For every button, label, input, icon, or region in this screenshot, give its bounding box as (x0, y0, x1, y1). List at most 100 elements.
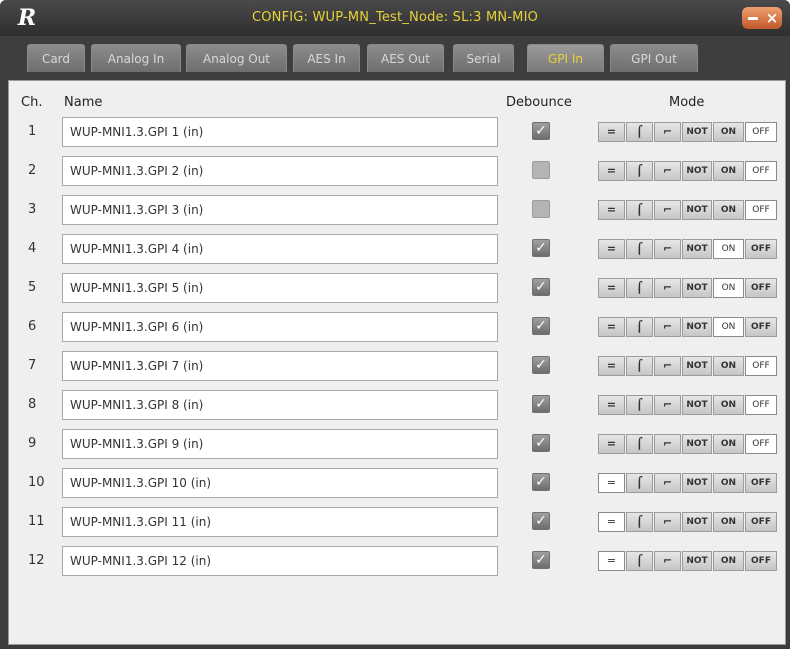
rising-edge-icon[interactable]: ⌠ (626, 356, 653, 376)
not-button[interactable]: NOT (682, 317, 712, 337)
debounce-checkbox[interactable]: ✓ (532, 512, 550, 530)
debounce-checkbox[interactable]: ✓ (532, 434, 550, 452)
debounce-checkbox[interactable] (532, 200, 550, 218)
level-icon[interactable]: = (598, 317, 625, 337)
level-icon[interactable]: = (598, 239, 625, 259)
rising-edge-icon[interactable]: ⌠ (626, 395, 653, 415)
on-button[interactable]: ON (713, 395, 744, 415)
off-button[interactable]: OFF (745, 278, 777, 298)
tab-serial[interactable]: Serial (453, 44, 514, 72)
rising-edge-icon[interactable]: ⌠ (626, 317, 653, 337)
debounce-checkbox[interactable]: ✓ (532, 356, 550, 374)
gpi-name-input[interactable] (62, 195, 498, 225)
gpi-name-input[interactable] (62, 234, 498, 264)
level-icon[interactable]: = (598, 278, 625, 298)
falling-edge-icon[interactable]: ⌐ (654, 356, 681, 376)
tab-aes-in[interactable]: AES In (293, 44, 360, 72)
gpi-name-input[interactable] (62, 390, 498, 420)
rising-edge-icon[interactable]: ⌠ (626, 512, 653, 532)
on-button[interactable]: ON (713, 434, 744, 454)
falling-edge-icon[interactable]: ⌐ (654, 512, 681, 532)
gpi-name-input[interactable] (62, 507, 498, 537)
gpi-name-input[interactable] (62, 117, 498, 147)
off-button[interactable]: OFF (745, 239, 777, 259)
on-button[interactable]: ON (713, 317, 744, 337)
debounce-checkbox[interactable]: ✓ (532, 239, 550, 257)
falling-edge-icon[interactable]: ⌐ (654, 200, 681, 220)
tab-gpi-in[interactable]: GPI In (527, 44, 604, 72)
on-button[interactable]: ON (713, 473, 744, 493)
off-button[interactable]: OFF (745, 434, 777, 454)
falling-edge-icon[interactable]: ⌐ (654, 551, 681, 571)
off-button[interactable]: OFF (745, 512, 777, 532)
on-button[interactable]: ON (713, 551, 744, 571)
level-icon[interactable]: = (598, 434, 625, 454)
falling-edge-icon[interactable]: ⌐ (654, 278, 681, 298)
on-button[interactable]: ON (713, 200, 744, 220)
rising-edge-icon[interactable]: ⌠ (626, 200, 653, 220)
gpi-name-input[interactable] (62, 156, 498, 186)
debounce-checkbox[interactable]: ✓ (532, 317, 550, 335)
rising-edge-icon[interactable]: ⌠ (626, 239, 653, 259)
falling-edge-icon[interactable]: ⌐ (654, 161, 681, 181)
not-button[interactable]: NOT (682, 434, 712, 454)
off-button[interactable]: OFF (745, 317, 777, 337)
on-button[interactable]: ON (713, 122, 744, 142)
not-button[interactable]: NOT (682, 200, 712, 220)
rising-edge-icon[interactable]: ⌠ (626, 278, 653, 298)
falling-edge-icon[interactable]: ⌐ (654, 434, 681, 454)
not-button[interactable]: NOT (682, 551, 712, 571)
not-button[interactable]: NOT (682, 239, 712, 259)
falling-edge-icon[interactable]: ⌐ (654, 317, 681, 337)
debounce-checkbox[interactable]: ✓ (532, 473, 550, 491)
off-button[interactable]: OFF (745, 161, 777, 181)
minimize-icon[interactable] (748, 17, 758, 20)
level-icon[interactable]: = (598, 200, 625, 220)
debounce-checkbox[interactable]: ✓ (532, 551, 550, 569)
debounce-checkbox[interactable]: ✓ (532, 395, 550, 413)
falling-edge-icon[interactable]: ⌐ (654, 122, 681, 142)
close-icon[interactable]: × (764, 8, 780, 28)
level-icon[interactable]: = (598, 356, 625, 376)
not-button[interactable]: NOT (682, 161, 712, 181)
tab-aes-out[interactable]: AES Out (367, 44, 444, 72)
level-icon[interactable]: = (598, 473, 625, 493)
rising-edge-icon[interactable]: ⌠ (626, 551, 653, 571)
rising-edge-icon[interactable]: ⌠ (626, 473, 653, 493)
off-button[interactable]: OFF (745, 200, 777, 220)
tab-gpi-out[interactable]: GPI Out (610, 44, 698, 72)
not-button[interactable]: NOT (682, 473, 712, 493)
off-button[interactable]: OFF (745, 356, 777, 376)
tab-analog-out[interactable]: Analog Out (186, 44, 287, 72)
tab-card[interactable]: Card (27, 44, 85, 72)
falling-edge-icon[interactable]: ⌐ (654, 395, 681, 415)
level-icon[interactable]: = (598, 161, 625, 181)
level-icon[interactable]: = (598, 395, 625, 415)
gpi-name-input[interactable] (62, 429, 498, 459)
not-button[interactable]: NOT (682, 278, 712, 298)
off-button[interactable]: OFF (745, 551, 777, 571)
off-button[interactable]: OFF (745, 473, 777, 493)
level-icon[interactable]: = (598, 551, 625, 571)
on-button[interactable]: ON (713, 356, 744, 376)
gpi-name-input[interactable] (62, 312, 498, 342)
on-button[interactable]: ON (713, 278, 744, 298)
debounce-checkbox[interactable] (532, 161, 550, 179)
level-icon[interactable]: = (598, 512, 625, 532)
rising-edge-icon[interactable]: ⌠ (626, 122, 653, 142)
gpi-name-input[interactable] (62, 546, 498, 576)
gpi-name-input[interactable] (62, 273, 498, 303)
not-button[interactable]: NOT (682, 122, 712, 142)
gpi-name-input[interactable] (62, 468, 498, 498)
gpi-name-input[interactable] (62, 351, 498, 381)
not-button[interactable]: NOT (682, 512, 712, 532)
falling-edge-icon[interactable]: ⌐ (654, 473, 681, 493)
debounce-checkbox[interactable]: ✓ (532, 278, 550, 296)
not-button[interactable]: NOT (682, 395, 712, 415)
level-icon[interactable]: = (598, 122, 625, 142)
not-button[interactable]: NOT (682, 356, 712, 376)
on-button[interactable]: ON (713, 512, 744, 532)
tab-analog-in[interactable]: Analog In (91, 44, 181, 72)
rising-edge-icon[interactable]: ⌠ (626, 434, 653, 454)
falling-edge-icon[interactable]: ⌐ (654, 239, 681, 259)
